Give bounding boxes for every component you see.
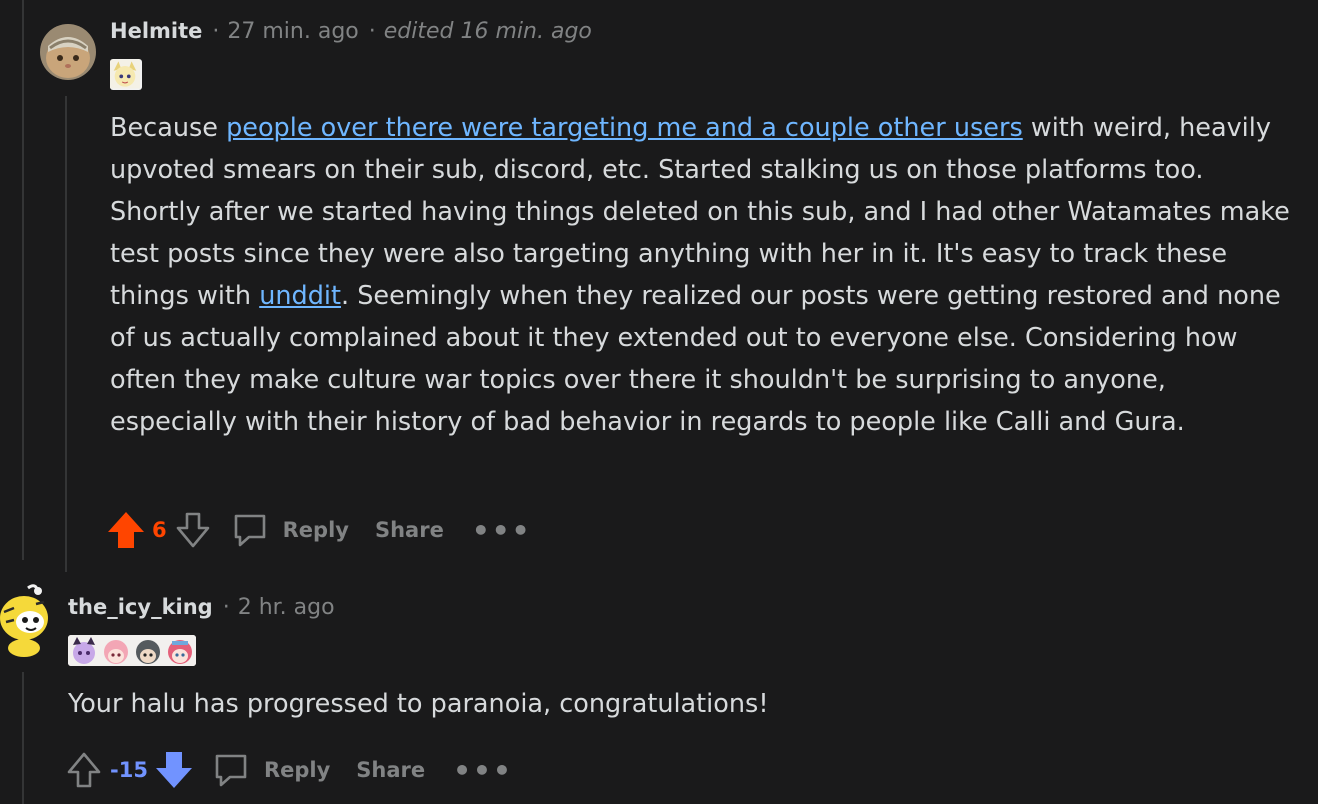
reply-label: Reply — [282, 518, 349, 542]
vote-score: 6 — [152, 518, 167, 542]
downvote-button[interactable] — [154, 750, 194, 790]
user-flair — [110, 59, 142, 90]
share-label: Share — [356, 758, 426, 782]
upvote-button[interactable] — [106, 510, 146, 550]
comment-meta: the_icy_king · 2 hr. ago — [68, 595, 345, 620]
avatar[interactable] — [0, 582, 56, 658]
arrow-down-icon — [176, 512, 209, 548]
upvote-button[interactable] — [64, 750, 104, 790]
flair-emotes-icon — [68, 635, 196, 666]
snoo-avatar-icon — [0, 584, 48, 657]
comment-body: Your halu has progressed to paranoia, co… — [68, 689, 769, 719]
vote-score: -15 — [110, 758, 148, 782]
downvote-button[interactable] — [173, 510, 213, 550]
timestamp[interactable]: 2 hr. ago — [238, 595, 335, 620]
meta-separator: · — [222, 595, 230, 620]
unddit-link[interactable]: unddit — [259, 281, 341, 311]
flair-emote-icon — [110, 59, 140, 89]
comment-bubble-icon — [215, 754, 247, 787]
comment-actions: -15 Reply Share ••• — [64, 747, 513, 793]
comment-body: Because people over there were targeting… — [110, 107, 1300, 443]
timestamp[interactable]: 27 min. ago — [227, 19, 358, 44]
reply-label: Reply — [263, 758, 331, 782]
username[interactable]: the_icy_king — [68, 595, 213, 619]
more-options-button[interactable]: ••• — [472, 514, 532, 547]
arrow-up-icon — [108, 512, 144, 548]
more-options-button[interactable]: ••• — [453, 754, 513, 787]
meta-separator: · — [212, 19, 220, 44]
share-label: Share — [374, 518, 444, 542]
thread-line-child[interactable] — [65, 96, 67, 572]
meta-separator: · — [368, 19, 376, 44]
edited-timestamp: edited 16 min. ago — [383, 19, 592, 44]
comment-bubble-icon — [234, 514, 265, 547]
reply-button[interactable]: Reply — [212, 751, 330, 789]
share-button[interactable]: Share — [356, 758, 425, 782]
comment-meta: Helmite · 27 min. ago · edited 16 min. a… — [110, 19, 592, 44]
thread-line-parent-lower[interactable] — [22, 672, 24, 804]
comment-actions: 6 Reply Share ••• — [106, 507, 532, 553]
reply-button[interactable]: Reply — [231, 511, 349, 549]
body-text-part: Because — [110, 113, 227, 143]
username[interactable]: Helmite — [110, 19, 202, 43]
thread-line-parent[interactable] — [22, 0, 24, 560]
arrow-up-icon — [67, 752, 101, 788]
arrow-down-icon — [155, 752, 192, 788]
body-link[interactable]: people over there were targeting me and … — [226, 113, 1023, 143]
user-flair — [68, 635, 196, 666]
avatar[interactable] — [40, 24, 96, 80]
cat-avatar-icon — [40, 24, 96, 80]
share-button[interactable]: Share — [375, 518, 444, 542]
